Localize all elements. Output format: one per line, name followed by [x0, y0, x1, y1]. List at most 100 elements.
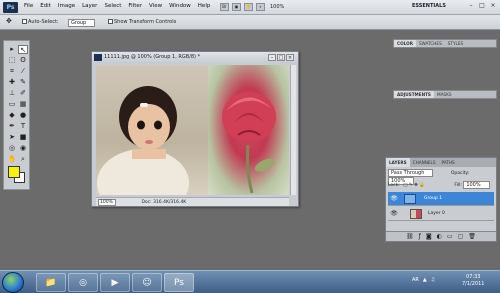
- menu-window[interactable]: Window: [169, 3, 191, 9]
- folder-icon[interactable]: 📁: [36, 273, 66, 292]
- marquee-tool-icon[interactable]: ⬚: [7, 56, 17, 65]
- eyedropper-tool-icon[interactable]: ⁄: [18, 67, 28, 76]
- layer-row-group-1[interactable]: 👁 Group 1: [388, 192, 494, 206]
- eye-icon[interactable]: 👁: [389, 207, 399, 221]
- menu-filter[interactable]: Filter: [128, 3, 142, 9]
- lock-label: Lock:: [388, 183, 400, 188]
- menu-view[interactable]: View: [149, 3, 162, 9]
- menu-file[interactable]: File: [24, 3, 33, 9]
- tab-styles[interactable]: STYLES: [445, 40, 466, 47]
- history-brush-icon[interactable]: ✐: [18, 89, 28, 98]
- tab-swatches[interactable]: SWATCHES: [416, 40, 445, 47]
- tab-masks[interactable]: MASKS: [434, 91, 455, 98]
- brush-tool-icon[interactable]: ✎: [18, 78, 28, 87]
- tab-adjustments[interactable]: ADJUSTMENTS: [394, 91, 434, 98]
- checkbox-icon[interactable]: [22, 19, 27, 24]
- lasso-tool-icon[interactable]: ʘ: [18, 56, 28, 65]
- menu-bar: Ps File Edit Image Layer Select Filter V…: [0, 0, 500, 15]
- mask-icon[interactable]: ◙: [426, 232, 432, 241]
- language-indicator[interactable]: AR: [412, 277, 419, 283]
- messenger-icon[interactable]: ☺: [132, 273, 162, 292]
- type-tool-icon[interactable]: T: [18, 122, 28, 131]
- start-button[interactable]: [2, 272, 24, 293]
- network-icon[interactable]: ▲: [423, 277, 427, 283]
- transform-label: Show Transform Controls: [114, 19, 177, 25]
- adjustment-icon[interactable]: ◐: [437, 232, 442, 241]
- link-icon[interactable]: ⛓: [406, 232, 414, 241]
- document-title: 11111.jpg @ 100% (Group 1, RGB/8) *: [104, 54, 201, 60]
- path-selection-icon[interactable]: ➤: [7, 133, 17, 142]
- move-tool-icon[interactable]: ✥: [6, 17, 12, 25]
- trash-icon[interactable]: 🗑: [468, 232, 476, 241]
- media-player-icon[interactable]: ▶: [100, 273, 130, 292]
- blur-tool-icon[interactable]: ◆: [7, 111, 17, 120]
- minibridge-icon[interactable]: ▣: [232, 3, 241, 11]
- hand-tool-icon[interactable]: ✋: [7, 155, 17, 164]
- image-canvas[interactable]: [96, 65, 289, 195]
- fill-field[interactable]: 100%: [463, 181, 490, 189]
- maximize-icon[interactable]: □: [477, 2, 487, 11]
- close-icon[interactable]: ×: [286, 54, 294, 61]
- layer-name: Group 1: [424, 196, 442, 201]
- tab-paths[interactable]: PATHS: [439, 158, 458, 167]
- minimize-icon[interactable]: –: [268, 54, 276, 61]
- foreground-color-swatch[interactable]: [8, 166, 20, 178]
- minimize-icon[interactable]: –: [466, 2, 476, 11]
- document-title-bar[interactable]: 11111.jpg @ 100% (Group 1, RGB/8) * – □ …: [92, 52, 298, 63]
- tab-channels[interactable]: CHANNELS: [410, 158, 439, 167]
- new-layer-icon[interactable]: ▢: [458, 232, 464, 241]
- close-icon[interactable]: ×: [488, 2, 498, 11]
- hand-icon[interactable]: ✋: [244, 3, 253, 11]
- blend-mode-select[interactable]: Pass Through: [388, 169, 434, 177]
- checkbox-icon[interactable]: [108, 19, 113, 24]
- stamp-tool-icon[interactable]: ⊥: [7, 89, 17, 98]
- eraser-tool-icon[interactable]: ▭: [7, 100, 17, 109]
- gradient-tool-icon[interactable]: ▦: [18, 100, 28, 109]
- menu-edit[interactable]: Edit: [40, 3, 51, 9]
- dodge-tool-icon[interactable]: ●: [18, 111, 28, 120]
- fill-label: Fill:: [454, 183, 462, 188]
- zoom-tool-icon[interactable]: ⌕: [256, 3, 265, 11]
- bridge-icon[interactable]: Br: [220, 3, 229, 11]
- zoom-level[interactable]: 100%: [270, 4, 284, 10]
- rose-photo: [208, 65, 289, 195]
- vertical-scrollbar[interactable]: [290, 65, 296, 195]
- volume-icon[interactable]: ♫: [431, 277, 435, 283]
- workspace-switcher[interactable]: ESSENTIALS: [412, 3, 446, 9]
- system-tray: AR ▲ ♫: [412, 277, 435, 283]
- document-zoom-field[interactable]: 100%: [98, 199, 116, 206]
- menu-image[interactable]: Image: [58, 3, 75, 9]
- clock[interactable]: 07:33 7/1/2011: [462, 274, 484, 288]
- document-info[interactable]: Doc: 316.4K/316.4K: [141, 200, 186, 205]
- tab-layers[interactable]: LAYERS: [386, 158, 410, 167]
- tab-color[interactable]: COLOR: [394, 40, 416, 47]
- layer-row-layer-0[interactable]: 👁 Layer 0: [388, 207, 494, 221]
- photoshop-task-icon[interactable]: Ps: [164, 273, 194, 292]
- document-status-bar: 100% Doc: 316.4K/316.4K: [96, 197, 289, 206]
- healing-tool-icon[interactable]: ✚: [7, 78, 17, 87]
- menu-layer[interactable]: Layer: [82, 3, 97, 9]
- shape-tool-icon[interactable]: ■: [18, 133, 28, 142]
- arrow-tool-icon[interactable]: ↖: [18, 45, 28, 54]
- transform-controls-checkbox[interactable]: Show Transform Controls: [108, 19, 176, 25]
- chrome-icon[interactable]: ◎: [68, 273, 98, 292]
- auto-select-dropdown[interactable]: Group: [68, 19, 96, 27]
- maximize-icon[interactable]: □: [277, 54, 285, 61]
- 3d-camera-icon[interactable]: ◉: [18, 144, 28, 153]
- auto-select-value[interactable]: Group: [68, 19, 96, 27]
- move-tool-icon[interactable]: ▸: [7, 45, 17, 54]
- menu-select[interactable]: Select: [104, 3, 121, 9]
- adjustments-panel-tabs: ADJUSTMENTS MASKS: [393, 90, 497, 99]
- group-icon[interactable]: ▭: [447, 232, 453, 241]
- opacity-label: Opacity:: [450, 171, 470, 176]
- 3d-tool-icon[interactable]: ◎: [7, 144, 17, 153]
- color-panel-tabs: COLOR SWATCHES STYLES: [393, 39, 497, 48]
- auto-select-checkbox[interactable]: Auto-Select:: [22, 19, 59, 25]
- crop-tool-icon[interactable]: ⌗: [7, 67, 17, 76]
- eye-icon[interactable]: 👁: [389, 192, 399, 206]
- menu-help[interactable]: Help: [198, 3, 211, 9]
- lock-icons[interactable]: □ ✎ ✥ 🔒: [403, 183, 425, 188]
- pen-tool-icon[interactable]: ✒: [7, 122, 17, 131]
- zoom-tool-icon[interactable]: ⌕: [18, 155, 28, 164]
- fx-icon[interactable]: ƒ: [419, 232, 421, 241]
